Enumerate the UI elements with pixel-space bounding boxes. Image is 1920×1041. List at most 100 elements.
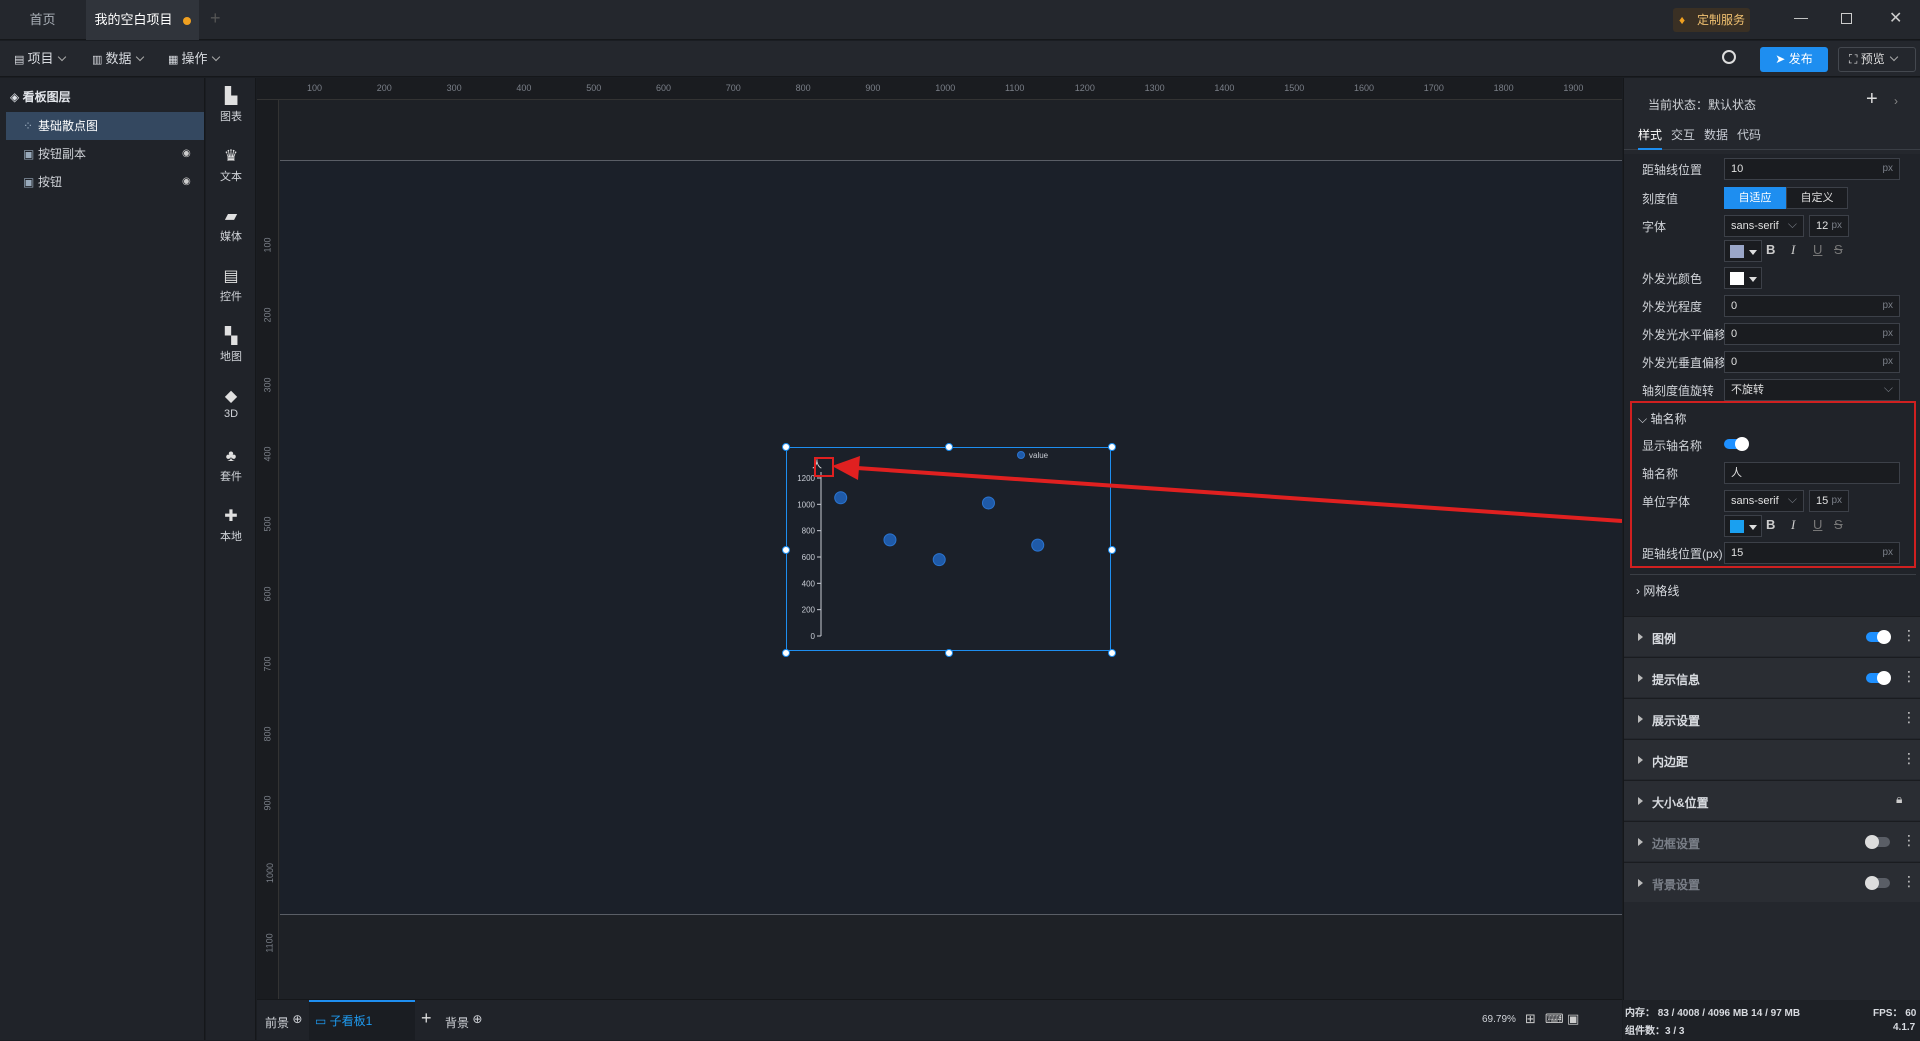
section-header[interactable]: 展示设置 ⋮ (1624, 698, 1920, 738)
sidebar-text[interactable]: ♛ 文本 (206, 138, 256, 194)
zoom-level[interactable]: 69.79% (1482, 1014, 1516, 1025)
italic-icon[interactable]: I (1791, 517, 1795, 533)
foreground-tab[interactable]: 前景 ⊕ (265, 1012, 302, 1031)
unit-font-family-select[interactable]: sans-serif ⌵ (1724, 490, 1804, 512)
property-tab[interactable]: 交互 (1671, 126, 1695, 143)
bold-icon[interactable]: B (1766, 517, 1775, 532)
fit-screen-icon[interactable]: ⊞ (1525, 1011, 1536, 1027)
canvas-area[interactable]: 100 200 300 400 500 600 700 800 900 1000 1100 1200 1… (257, 78, 1622, 999)
underline-icon[interactable]: U (1813, 242, 1822, 257)
add-circle-icon[interactable]: ⊕ (472, 1012, 482, 1026)
section-header[interactable]: 提示信息 ⋮ (1624, 657, 1920, 697)
section-toggle[interactable] (1866, 671, 1891, 685)
glow-v-input[interactable]: 0 px (1724, 351, 1900, 373)
font-family-select[interactable]: sans-serif ⌵ (1724, 215, 1804, 237)
tick-rotate-select[interactable]: 不旋转 ⌵ (1724, 379, 1900, 401)
ruler-h-label: 100 (307, 83, 323, 93)
tab-home[interactable]: 首页 (0, 0, 85, 40)
section-toggle[interactable] (1865, 835, 1890, 849)
operate-menu-button[interactable]: ▦ 操作 (168, 41, 221, 77)
unit-font-size-input[interactable]: 15 px (1809, 490, 1849, 512)
sidebar-chart[interactable]: ▙ 图表 (206, 78, 256, 134)
axis-line-distance-input[interactable]: 10 px (1724, 158, 1900, 180)
more-icon[interactable]: ⋮ (1902, 874, 1916, 888)
layer-item-scatter[interactable]: ⁘ 基础散点图 (6, 112, 204, 140)
section-header[interactable]: 边框设置 ⋮ (1624, 821, 1920, 861)
axis-name-distance-input[interactable]: 15 px (1724, 542, 1900, 564)
section-header[interactable]: 图例 ⋮ (1624, 616, 1920, 656)
publish-button[interactable]: ➤ 发布 (1760, 47, 1828, 72)
layer-item-button[interactable]: ▣ 按钮 ◉ (6, 168, 204, 196)
strikethrough-icon[interactable]: S (1834, 242, 1843, 257)
resize-handle[interactable] (1108, 649, 1116, 657)
minimize-icon[interactable]: — (1794, 9, 1808, 25)
more-icon[interactable]: ⋮ (1902, 628, 1916, 642)
axis-name-input[interactable]: 人 (1724, 462, 1900, 484)
keyboard-icon[interactable]: ⌨ (1545, 1011, 1564, 1027)
resize-handle[interactable] (782, 546, 790, 554)
tick-adaptive-button[interactable]: 自适应 (1724, 187, 1786, 209)
section-toggle[interactable] (1866, 630, 1891, 644)
resize-handle[interactable] (945, 649, 953, 657)
glow-degree-input[interactable]: 0 px (1724, 295, 1900, 317)
sidebar-map[interactable]: ▚ 地图 (206, 318, 256, 374)
resize-handle[interactable] (782, 649, 790, 657)
property-tab[interactable]: 样式 (1638, 126, 1663, 150)
restore-icon[interactable] (1841, 13, 1852, 24)
add-state-icon[interactable]: + (1866, 88, 1878, 111)
lock-icon[interactable]: 🔒︎ (1896, 792, 1902, 807)
add-board-icon[interactable]: + (421, 1008, 432, 1029)
more-icon[interactable]: ⋮ (1902, 710, 1916, 724)
tab-project[interactable]: 我的空白项目 (86, 0, 199, 40)
resize-handle[interactable] (782, 443, 790, 451)
sidebar-controls[interactable]: ▤ 控件 (206, 258, 256, 314)
grid-section-header[interactable]: › 网格线 (1630, 574, 1916, 602)
property-tab[interactable]: 代码 (1737, 126, 1761, 143)
subboard-tab[interactable]: ▭ 子看板1 (309, 1000, 415, 1041)
show-axis-name-toggle[interactable] (1724, 437, 1749, 451)
resize-handle[interactable] (945, 443, 953, 451)
section-toggle[interactable] (1865, 876, 1890, 890)
eye-hidden-icon[interactable]: ◉ (182, 140, 191, 168)
chevron-right-icon[interactable]: › (1894, 94, 1898, 108)
add-circle-icon[interactable]: ⊕ (292, 1012, 302, 1026)
sidebar-media[interactable]: ▰ 媒体 (206, 198, 256, 254)
section-header[interactable]: 背景设置 ⋮ (1624, 862, 1920, 902)
ruler-h-label: 1800 (1493, 83, 1514, 93)
section-header[interactable]: 内边距 ⋮ (1624, 739, 1920, 779)
more-icon[interactable]: ⋮ (1902, 669, 1916, 683)
tick-custom-button[interactable]: 自定义 (1786, 187, 1848, 209)
resize-handle[interactable] (1108, 443, 1116, 451)
underline-icon[interactable]: U (1813, 517, 1822, 532)
italic-icon[interactable]: I (1791, 242, 1795, 258)
eye-hidden-icon[interactable]: ◉ (182, 168, 191, 196)
background-tab[interactable]: 背景 ⊕ (445, 1012, 482, 1031)
more-icon[interactable]: ⋮ (1902, 833, 1916, 847)
project-menu-button[interactable]: ▤ 项目 (14, 41, 67, 77)
font-color-picker[interactable] (1724, 240, 1762, 262)
search-icon[interactable] (1722, 50, 1736, 64)
glow-color-picker[interactable] (1724, 267, 1762, 289)
font-size-input[interactable]: 12 px (1809, 215, 1849, 237)
property-tab[interactable]: 数据 (1704, 126, 1728, 143)
bold-icon[interactable]: B (1766, 242, 1775, 257)
terminal-icon[interactable]: ▣ (1567, 1011, 1579, 1027)
preview-button[interactable]: ⛶ 预览 (1838, 47, 1916, 72)
add-tab-icon[interactable]: + (210, 8, 221, 29)
glow-h-input[interactable]: 0 px (1724, 323, 1900, 345)
sidebar-label: 图表 (220, 111, 242, 123)
more-icon[interactable]: ⋮ (1902, 751, 1916, 765)
sidebar-kit[interactable]: ♣ 套件 (206, 438, 256, 494)
unit-font-color-picker[interactable] (1724, 515, 1762, 537)
axis-name-section-header[interactable]: ⌵ 轴名称 (1638, 410, 1686, 427)
section-header[interactable]: 大小&位置 🔒︎ (1624, 780, 1920, 820)
strikethrough-icon[interactable]: S (1834, 517, 1843, 532)
sidebar-local[interactable]: ✚ 本地 (206, 498, 256, 554)
layer-item-button-copy[interactable]: ▣ 按钮副本 ◉ (6, 140, 204, 168)
custom-service-button[interactable]: ♦ 定制服务 (1673, 8, 1750, 32)
close-icon[interactable]: ✕ (1889, 8, 1902, 28)
sidebar-3d[interactable]: ◆ 3D (206, 378, 256, 434)
caret-right-icon (1638, 838, 1643, 846)
data-menu-button[interactable]: ▥ 数据 (92, 41, 145, 77)
resize-handle[interactable] (1108, 546, 1116, 554)
